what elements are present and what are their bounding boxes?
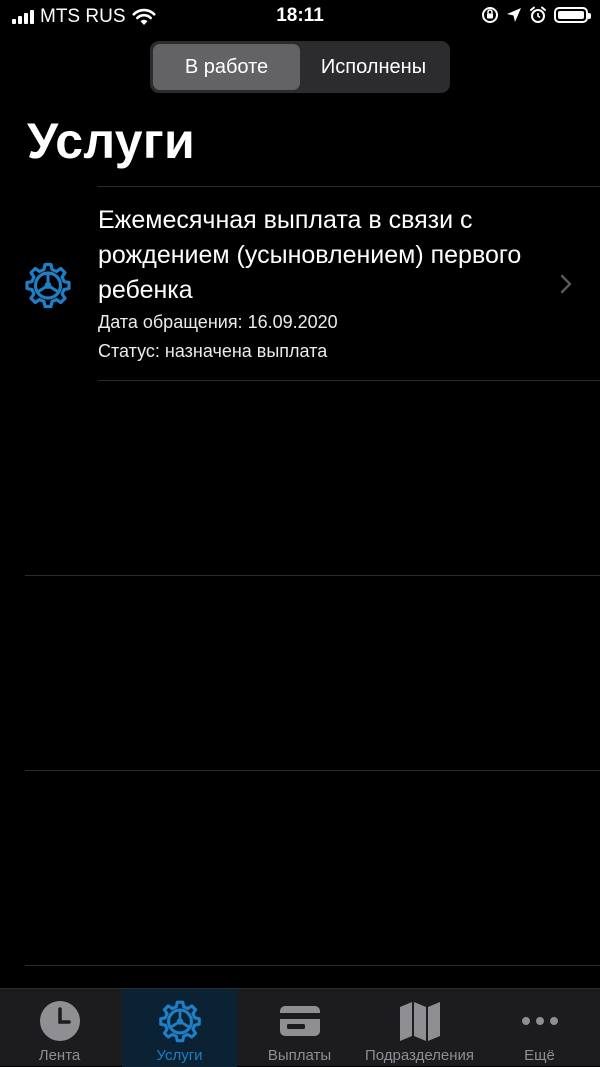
card-icon (279, 1006, 320, 1036)
tab-departments[interactable]: Подразделения (362, 989, 477, 1067)
tab-label: Лента (38, 1047, 81, 1064)
service-date: Дата обращения: 16.09.2020 (98, 312, 338, 332)
status-bar: MTS RUS 18:11 (0, 0, 600, 34)
tab-services[interactable]: Услуги (122, 989, 237, 1067)
service-list-item[interactable]: Ежемесячная выплата в связи с рождением … (0, 187, 600, 380)
divider (25, 770, 600, 771)
clock-icon (39, 1001, 80, 1041)
tab-label: Выплаты (267, 1047, 332, 1064)
service-title: Ежемесячная выплата в связи с рождением … (98, 206, 522, 304)
orientation-lock-icon (482, 7, 498, 23)
divider (25, 965, 600, 966)
segment-in-progress[interactable]: В работе (153, 44, 300, 90)
gear-icon (25, 262, 71, 309)
divider (98, 380, 600, 381)
tab-more[interactable]: Ещё (482, 989, 597, 1067)
status-right (481, 6, 591, 24)
alarm-icon (530, 6, 546, 23)
chevron-right-icon (560, 274, 572, 294)
tab-label: Ещё (524, 1047, 555, 1064)
service-status: Статус: назначена выплата (98, 341, 328, 361)
location-icon (507, 8, 521, 22)
battery-icon (554, 7, 591, 23)
more-icon (521, 1017, 558, 1025)
tab-label: Услуги (156, 1047, 203, 1064)
segmented-control: В работе Исполнены (150, 41, 450, 93)
tab-feed[interactable]: Лента (2, 989, 117, 1067)
tab-label: Подразделения (364, 1047, 475, 1064)
tab-payments[interactable]: Выплаты (242, 989, 357, 1067)
map-icon (399, 1002, 440, 1041)
page-title: Услуги (27, 113, 196, 169)
divider (25, 575, 600, 576)
segment-completed[interactable]: Исполнены (300, 44, 447, 90)
gear-icon (158, 1000, 201, 1043)
tab-bar: Лента Услуги Выплаты Подразделения Ещё (0, 988, 600, 1067)
